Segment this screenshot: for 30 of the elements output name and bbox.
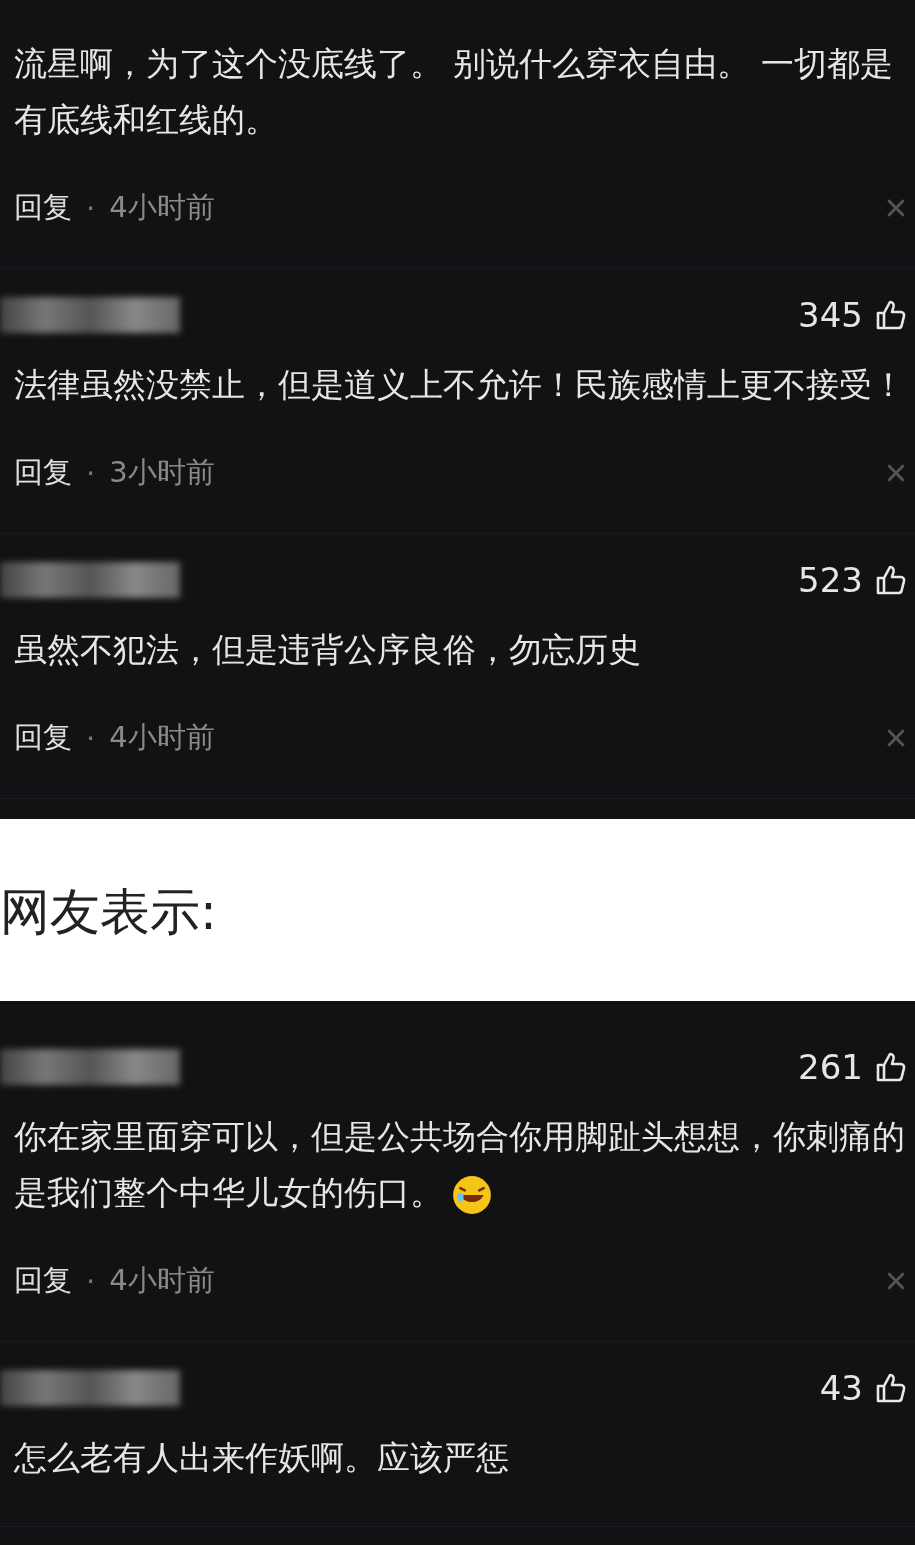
comment-text: 你在家里面穿可以，但是公共场合你用脚趾头想想，你刺痛的是我们整个中华儿女的伤口。 [14, 1109, 907, 1221]
like-count: 261 [798, 1047, 863, 1087]
separator-dot: · [86, 456, 96, 490]
close-icon[interactable] [885, 1270, 907, 1292]
reply-link[interactable]: 回复 [14, 1261, 72, 1301]
comment-text: 怎么老有人出来作妖啊。应该严惩 [14, 1437, 510, 1479]
comment-time: 4小时前 [109, 719, 215, 756]
comment-time: 4小时前 [109, 1262, 215, 1299]
comment-text: 虽然不犯法，但是违背公序良俗，勿忘历史 [14, 629, 642, 671]
reply-link[interactable]: 回复 [14, 453, 72, 493]
comment-time: 3小时前 [109, 454, 215, 491]
like-count: 523 [798, 560, 863, 600]
comment-time: 4小时前 [109, 189, 215, 226]
like-count: 43 [819, 1368, 863, 1408]
close-icon[interactable] [885, 197, 907, 219]
thumbs-up-icon[interactable] [875, 1051, 907, 1083]
thumbs-up-icon[interactable] [875, 564, 907, 596]
reply-link[interactable]: 回复 [14, 718, 72, 758]
comment-text: 法律虽然没禁止，但是道义上不允许！民族感情上更不接受！ [14, 364, 906, 406]
separator-dot: · [86, 721, 96, 755]
thumbs-up-icon[interactable] [875, 299, 907, 331]
comment-text: 流星啊，为了这个没底线了。 别说什么穿衣自由。 一切都是有底线和红线的。 [14, 43, 894, 141]
caption-text: 网友表示: [0, 883, 217, 941]
close-icon[interactable] [885, 462, 907, 484]
like-count: 345 [798, 295, 863, 335]
separator-dot: · [86, 1264, 96, 1298]
reply-link[interactable]: 回复 [14, 188, 72, 228]
thumbs-up-icon[interactable] [875, 1372, 907, 1404]
separator-dot: · [86, 191, 96, 225]
close-icon[interactable] [885, 727, 907, 749]
